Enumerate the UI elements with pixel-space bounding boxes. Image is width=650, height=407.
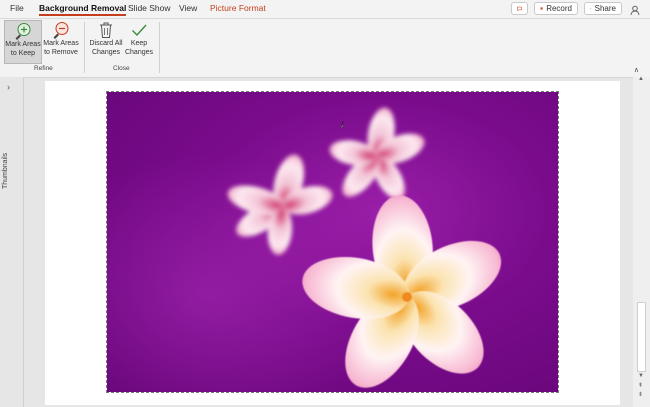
person-chat-icon [630, 5, 640, 16]
comment-icon [517, 6, 522, 12]
picture-frame[interactable] [106, 91, 559, 393]
checkmark-icon [132, 24, 147, 37]
comments-button[interactable] [511, 2, 528, 15]
group-label-refine: Refine [34, 65, 53, 72]
vertical-scrollbar[interactable]: ▲ ▼ ⇞ ⇟ [633, 76, 650, 407]
trash-icon [100, 22, 112, 38]
keep-line2: Changes [124, 48, 154, 56]
discard-all-changes-button[interactable]: Discard All Changes [87, 20, 125, 64]
pencil-minus-icon [53, 22, 69, 39]
pencil-plus-icon [15, 23, 31, 40]
tab-view[interactable]: View [179, 3, 197, 13]
previous-slide-icon[interactable]: ⇞ [638, 382, 643, 389]
discard-line2: Changes [91, 48, 121, 56]
ribbon-tab-bar: File Background Removal Slide Show View … [0, 0, 650, 19]
pencil-cursor-icon [340, 120, 344, 129]
mark-areas-to-remove-button[interactable]: Mark Areas to Remove [42, 20, 80, 64]
record-icon [540, 6, 544, 11]
next-slide-icon[interactable]: ⇟ [638, 391, 643, 398]
tab-slide-show[interactable]: Slide Show [128, 3, 171, 13]
scroll-up-icon[interactable]: ▲ [638, 76, 644, 82]
scroll-down-icon[interactable]: ▼ [638, 373, 644, 379]
expand-thumbnails-icon[interactable]: › [7, 82, 10, 92]
thumbnails-pane: › Thumbnails [0, 77, 24, 407]
collapse-ribbon-button[interactable]: ∧ [634, 66, 639, 74]
record-button[interactable]: Record [534, 2, 578, 15]
scrollbar-thumb[interactable] [637, 302, 646, 372]
mark-remove-line1: Mark Areas [43, 40, 79, 47]
thumbnails-label[interactable]: Thumbnails [2, 153, 9, 189]
tab-picture-format[interactable]: Picture Format [210, 3, 266, 13]
ribbon: Mark Areas to Keep Mark Areas to Remove … [0, 19, 650, 78]
tab-file[interactable]: File [10, 3, 24, 13]
mark-areas-to-keep-button[interactable]: Mark Areas to Keep [4, 20, 42, 64]
mark-keep-line2: to Keep [10, 49, 36, 57]
record-label: Record [546, 4, 572, 13]
share-icon [590, 7, 592, 10]
ribbon-separator [84, 22, 85, 73]
share-button[interactable]: Share [584, 2, 622, 15]
discard-line1: Discard All [89, 40, 123, 47]
powerpoint-window: File Background Removal Slide Show View … [0, 0, 650, 407]
ribbon-separator [159, 22, 160, 73]
mark-remove-line2: to Remove [44, 48, 78, 56]
group-label-close: Close [113, 65, 130, 72]
tab-background-removal[interactable]: Background Removal [39, 3, 127, 16]
keep-line1: Keep [130, 40, 148, 47]
keep-changes-button[interactable]: Keep Changes [121, 20, 157, 64]
mark-keep-line1: Mark Areas [5, 41, 41, 48]
share-label: Share [594, 4, 616, 13]
plumeria-flowers-image [227, 107, 502, 388]
